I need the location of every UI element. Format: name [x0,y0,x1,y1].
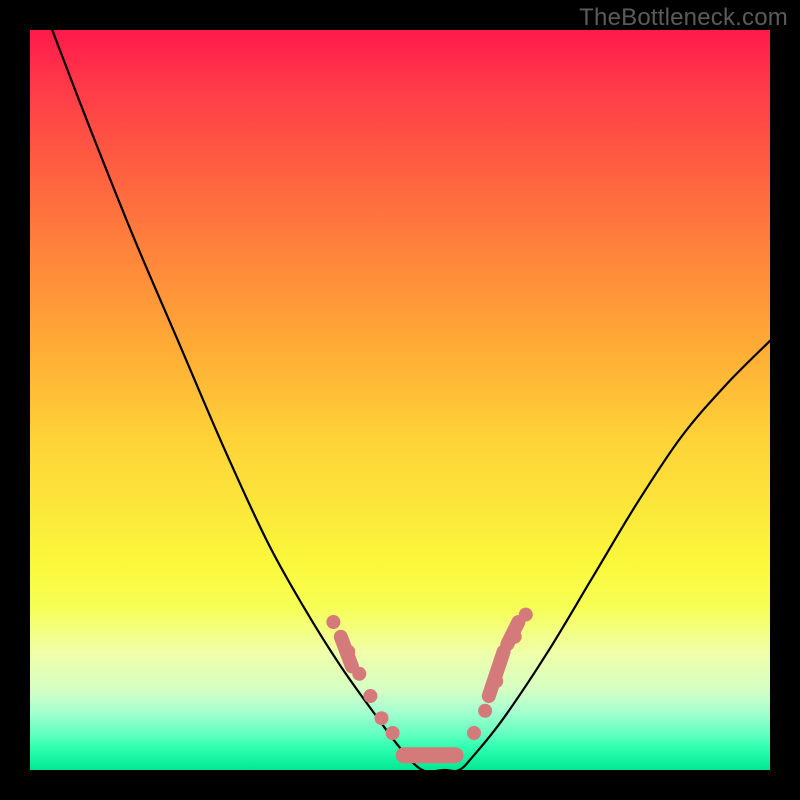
curve-marker [386,726,400,740]
curve-marker [478,704,492,718]
curve-marker [341,645,355,659]
curve-marker [508,630,522,644]
curve-marker [489,674,503,688]
curve-svg [30,30,770,770]
bottleneck-curve [52,30,770,770]
curve-marker [352,667,366,681]
curve-marker-pill [507,622,518,644]
curve-marker [375,711,389,725]
curve-group [52,30,770,770]
curve-marker-pill [489,652,504,696]
watermark-text: TheBottleneck.com [579,4,788,32]
chart-frame: TheBottleneck.com [0,0,800,800]
curve-marker [467,726,481,740]
marker-group [326,608,532,756]
curve-marker [326,615,340,629]
plot-area [30,30,770,770]
curve-marker [363,689,377,703]
curve-marker [519,608,533,622]
curve-marker-pill [341,637,352,667]
